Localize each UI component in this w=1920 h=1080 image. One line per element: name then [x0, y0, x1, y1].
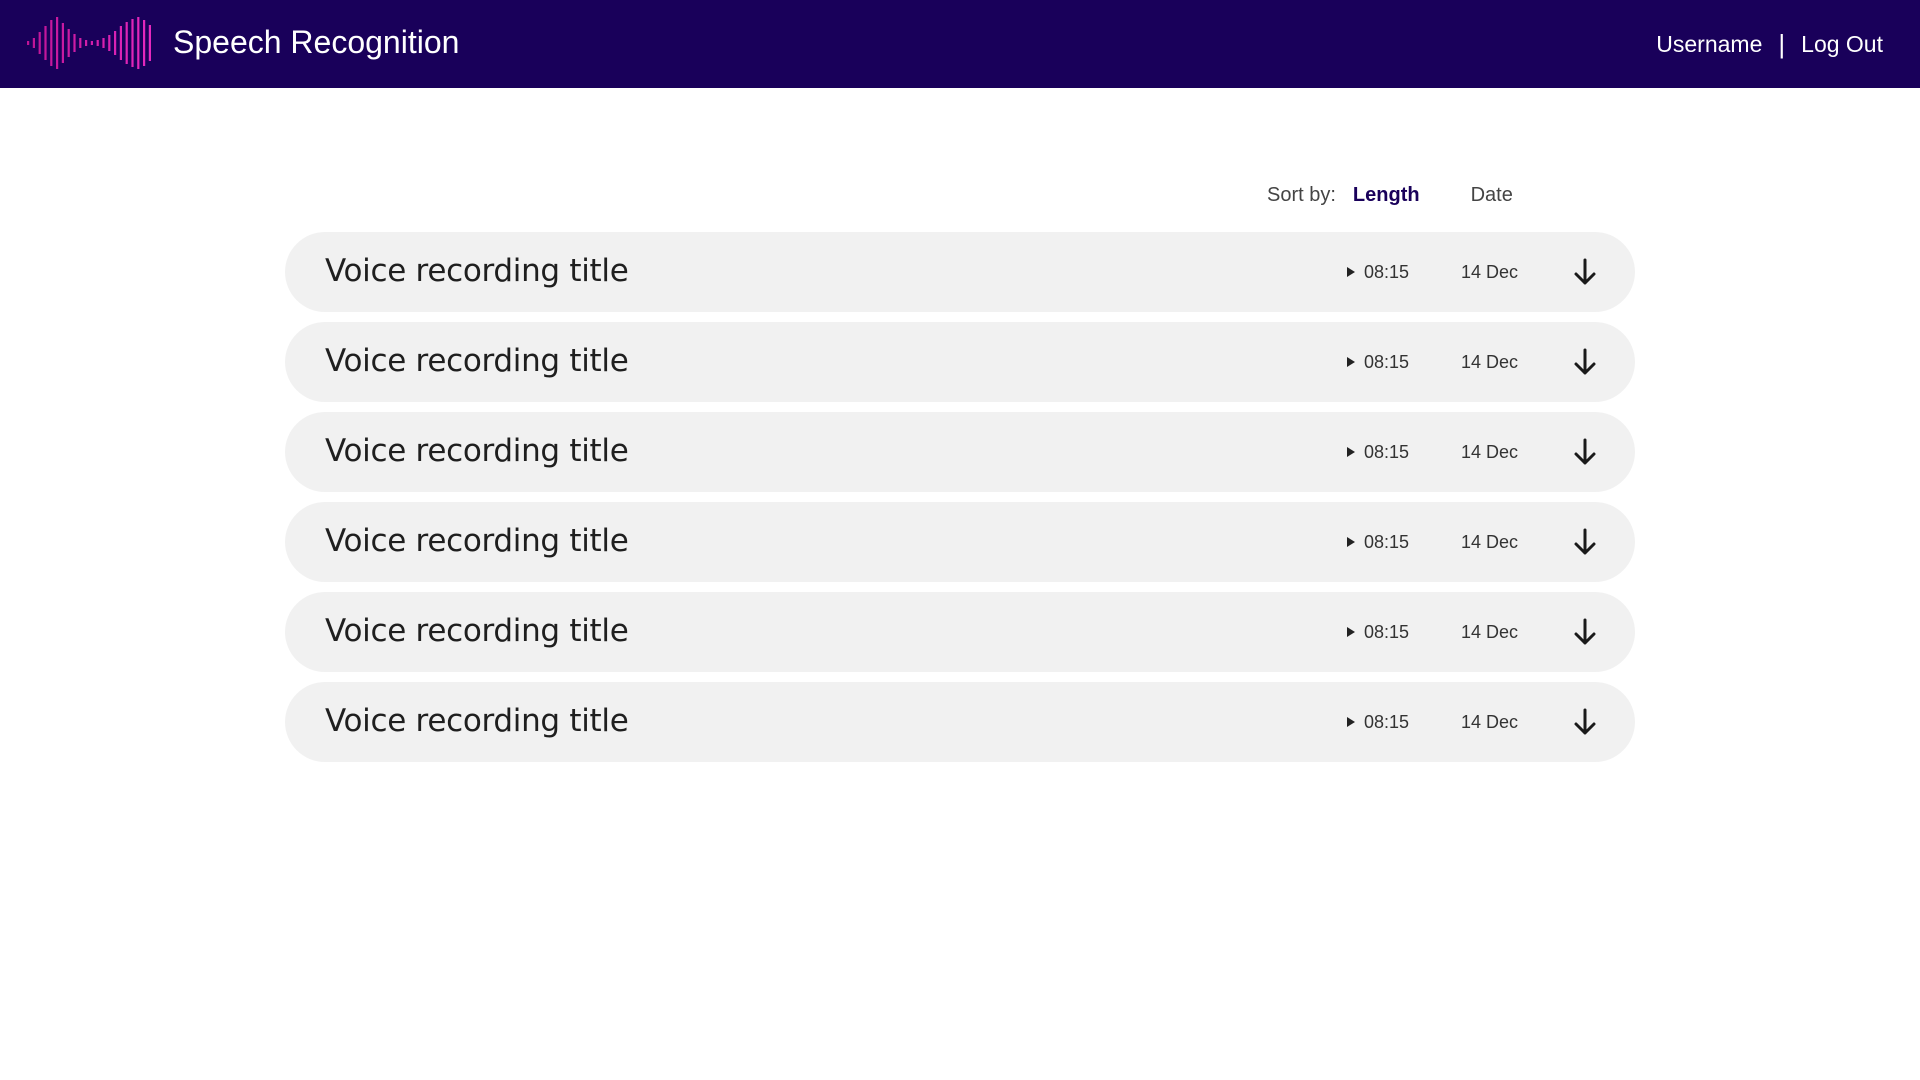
recording-length: 08:15 [1364, 531, 1410, 552]
play-button[interactable]: 08:15 [1347, 232, 1409, 312]
download-arrow-icon[interactable] [1573, 617, 1597, 647]
recording-list: Voice recording title 08:15 14 Dec Voice… [285, 232, 1635, 772]
recording-row[interactable]: Voice recording title 08:15 14 Dec [285, 502, 1635, 582]
recording-date: 14 Dec [1461, 352, 1519, 372]
recording-length: 08:15 [1364, 621, 1410, 642]
recording-row[interactable]: Voice recording title 08:15 14 Dec [285, 592, 1635, 672]
nav-separator: | [1778, 28, 1786, 59]
recording-row[interactable]: Voice recording title 08:15 14 Dec [285, 322, 1635, 402]
download-arrow-icon[interactable] [1573, 257, 1597, 287]
recording-title: Voice recording title [325, 253, 629, 289]
recording-row[interactable]: Voice recording title 08:15 14 Dec [285, 412, 1635, 492]
sort-option-date[interactable]: Date [1471, 184, 1513, 207]
recording-length: 08:15 [1364, 351, 1410, 372]
recording-length: 08:15 [1364, 711, 1410, 732]
recording-length: 08:15 [1364, 261, 1410, 282]
app-title: Speech Recognition [173, 24, 460, 60]
play-icon [1347, 717, 1355, 727]
recording-length: 08:15 [1364, 441, 1410, 462]
recording-date: 14 Dec [1461, 622, 1519, 642]
recording-date: 14 Dec [1461, 442, 1519, 462]
waveform-icon[interactable] [27, 16, 155, 70]
play-icon [1347, 357, 1355, 367]
download-arrow-icon[interactable] [1573, 527, 1597, 557]
play-button[interactable]: 08:15 [1347, 592, 1409, 672]
play-icon [1347, 447, 1355, 457]
username-link[interactable]: Username [1656, 31, 1762, 58]
user-nav: Username | Log Out [1656, 0, 1883, 88]
recording-title: Voice recording title [325, 523, 629, 559]
recording-row[interactable]: Voice recording title 08:15 14 Dec [285, 682, 1635, 762]
download-arrow-icon[interactable] [1573, 707, 1597, 737]
recording-title: Voice recording title [325, 433, 629, 469]
recording-title: Voice recording title [325, 703, 629, 739]
logout-link[interactable]: Log Out [1801, 31, 1883, 58]
play-icon [1347, 537, 1355, 547]
play-icon [1347, 267, 1355, 277]
play-icon [1347, 627, 1355, 637]
play-button[interactable]: 08:15 [1347, 682, 1409, 762]
play-button[interactable]: 08:15 [1347, 412, 1409, 492]
play-button[interactable]: 08:15 [1347, 322, 1409, 402]
sort-label: Sort by: [1267, 183, 1336, 206]
play-button[interactable]: 08:15 [1347, 502, 1409, 582]
recording-date: 14 Dec [1461, 532, 1519, 552]
recording-title: Voice recording title [325, 613, 629, 649]
sort-bar: Sort by: Length Date [1267, 180, 1513, 210]
sort-option-length[interactable]: Length [1353, 184, 1420, 207]
recording-title: Voice recording title [325, 343, 629, 379]
recording-date: 14 Dec [1461, 262, 1519, 282]
download-arrow-icon[interactable] [1573, 437, 1597, 467]
recording-row[interactable]: Voice recording title 08:15 14 Dec [285, 232, 1635, 312]
app-header: Speech Recognition Username | Log Out [0, 0, 1920, 88]
download-arrow-icon[interactable] [1573, 347, 1597, 377]
recording-date: 14 Dec [1461, 712, 1519, 732]
